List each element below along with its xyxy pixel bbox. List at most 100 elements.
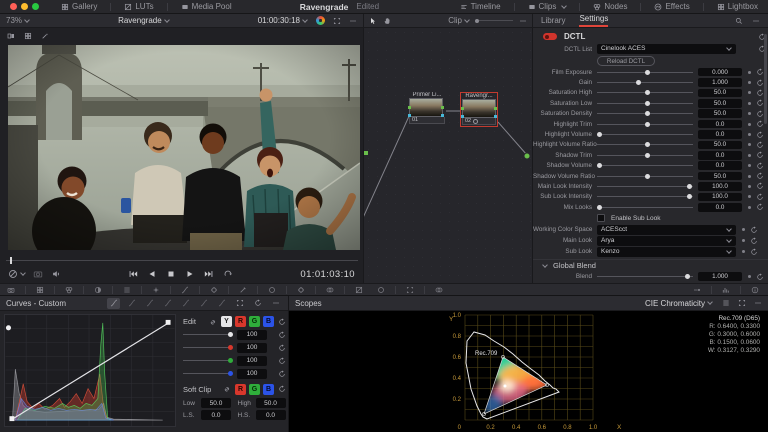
stop-icon[interactable] [166,269,176,279]
channel-value[interactable]: 100 [237,343,267,353]
grade-snapshot-icon[interactable] [33,269,43,279]
slider-value[interactable]: 1.000 [698,272,742,281]
reset-icon[interactable] [756,131,764,139]
keyframe-icon[interactable] [748,154,751,157]
lightbox-button[interactable]: Lightbox [711,0,764,13]
dropdown-field[interactable]: Arya [597,236,736,245]
lum-vs-sat-icon[interactable] [179,298,192,309]
scopes-toggle-icon[interactable] [719,284,733,296]
play-icon[interactable] [185,269,195,279]
slider-track[interactable] [597,113,693,114]
slider-value[interactable]: 50.0 [698,172,742,181]
window-zoom-button[interactable] [32,3,39,10]
keyframe-icon[interactable] [748,112,751,115]
edit-channel-b[interactable]: B [263,316,274,327]
color-match-icon[interactable] [33,284,47,296]
slider-track[interactable] [597,134,693,135]
reload-dctl-button[interactable]: Reload DCTL [597,56,655,66]
search-icon[interactable] [735,17,743,25]
channel-slider[interactable] [183,347,231,348]
node-zoom-slider[interactable] [479,20,513,21]
scope-mode-select[interactable]: CIE Chromaticity [645,299,712,308]
timeline-button[interactable]: Timeline [454,0,507,13]
rgb-mixer-icon[interactable] [120,284,134,296]
channel-slider[interactable] [183,360,231,361]
curve-graph[interactable] [4,314,176,427]
edit-channel-y[interactable]: Y [221,316,232,327]
keyframe-icon[interactable] [748,123,751,126]
keyframe-icon[interactable] [748,206,751,209]
viewer-zoom-select[interactable]: 73% [6,16,29,25]
scope-options-icon[interactable] [754,299,762,307]
cursor-tool-icon[interactable] [369,17,377,25]
slider-value[interactable]: 50.0 [698,89,742,98]
channel-value[interactable]: 100 [237,369,267,379]
media-pool-button[interactable]: Media Pool [175,0,238,13]
reset-icon[interactable] [756,141,764,149]
reset-curves-icon[interactable] [278,318,286,326]
expand-icon[interactable] [233,298,246,309]
tab-library[interactable]: Library [541,16,565,25]
edit-channel-g[interactable]: G [249,316,260,327]
dctl-list-dropdown[interactable]: Cinelook ACES [597,44,736,53]
curves-icon[interactable] [178,284,192,296]
clips-button[interactable]: Clips [522,0,573,13]
effects-button[interactable]: Effects [648,0,695,13]
keyframe-icon[interactable] [748,275,751,278]
keyframe-icon[interactable] [748,164,751,167]
reset-icon[interactable] [750,248,758,256]
tab-settings[interactable]: Settings [579,14,608,27]
reset-icon[interactable] [750,237,758,245]
keyframe-icon[interactable] [748,91,751,94]
sizing-icon[interactable] [403,284,417,296]
reset-icon[interactable] [756,120,764,128]
custom-curves-icon[interactable] [107,298,120,309]
window-close-button[interactable] [10,3,17,10]
node-02-selected[interactable]: Ravengr... 02 [460,92,498,127]
pan-tool-icon[interactable] [383,17,391,25]
reset-icon[interactable] [756,110,764,118]
reset-icon[interactable] [756,203,764,211]
sat-vs-sat-icon[interactable] [197,298,210,309]
collapse-icon[interactable] [542,262,548,268]
color-warper-icon[interactable] [207,284,221,296]
keyframe-icon[interactable] [748,133,751,136]
keyframe-icon[interactable] [742,239,745,242]
slider-track[interactable] [597,124,693,125]
previous-clip-icon[interactable] [128,269,138,279]
reset-icon[interactable] [278,331,286,339]
soft-clip-channel-r[interactable]: R [235,384,246,395]
highlight-icon[interactable] [690,284,704,296]
slider-track[interactable] [597,92,693,93]
keyframe-icon[interactable] [742,228,745,231]
slider-track[interactable] [597,103,693,104]
slider-value[interactable]: 50.0 [698,99,742,108]
scope-settings-icon[interactable] [722,299,730,307]
motion-effects-icon[interactable] [149,284,163,296]
keyframe-icon[interactable] [748,185,751,188]
loop-icon[interactable] [223,269,233,279]
channel-slider[interactable] [183,373,231,374]
hue-vs-sat-icon[interactable] [143,298,156,309]
slider-value[interactable]: 0.0 [698,161,742,170]
slider-track[interactable] [597,165,693,166]
slider-track[interactable] [597,186,693,187]
slider-track[interactable] [597,72,693,73]
keyframe-icon[interactable] [748,195,751,198]
power-window-icon[interactable] [265,284,279,296]
dropdown-field[interactable]: ACEScct [597,225,736,234]
edit-channel-r[interactable]: R [235,316,246,327]
channel-slider[interactable] [183,334,231,335]
node-graph[interactable]: Primer Li... 01 Ravengr... 02 [363,28,533,283]
sat-vs-lum-icon[interactable] [215,298,228,309]
window-minimize-button[interactable] [21,3,28,10]
reset-icon[interactable] [756,68,764,76]
dropdown-field[interactable]: Kenzo [597,247,736,256]
node-mode-select[interactable]: Clip [448,16,469,25]
slider-value[interactable]: 0.0 [698,203,742,212]
viewer-clip-select[interactable]: Ravengrade [118,16,169,25]
slider-value[interactable]: 50.0 [698,141,742,150]
field-value[interactable]: 0.0 [201,410,231,420]
stereo-3d-icon[interactable] [432,284,446,296]
field-value[interactable]: 0.0 [256,410,286,420]
